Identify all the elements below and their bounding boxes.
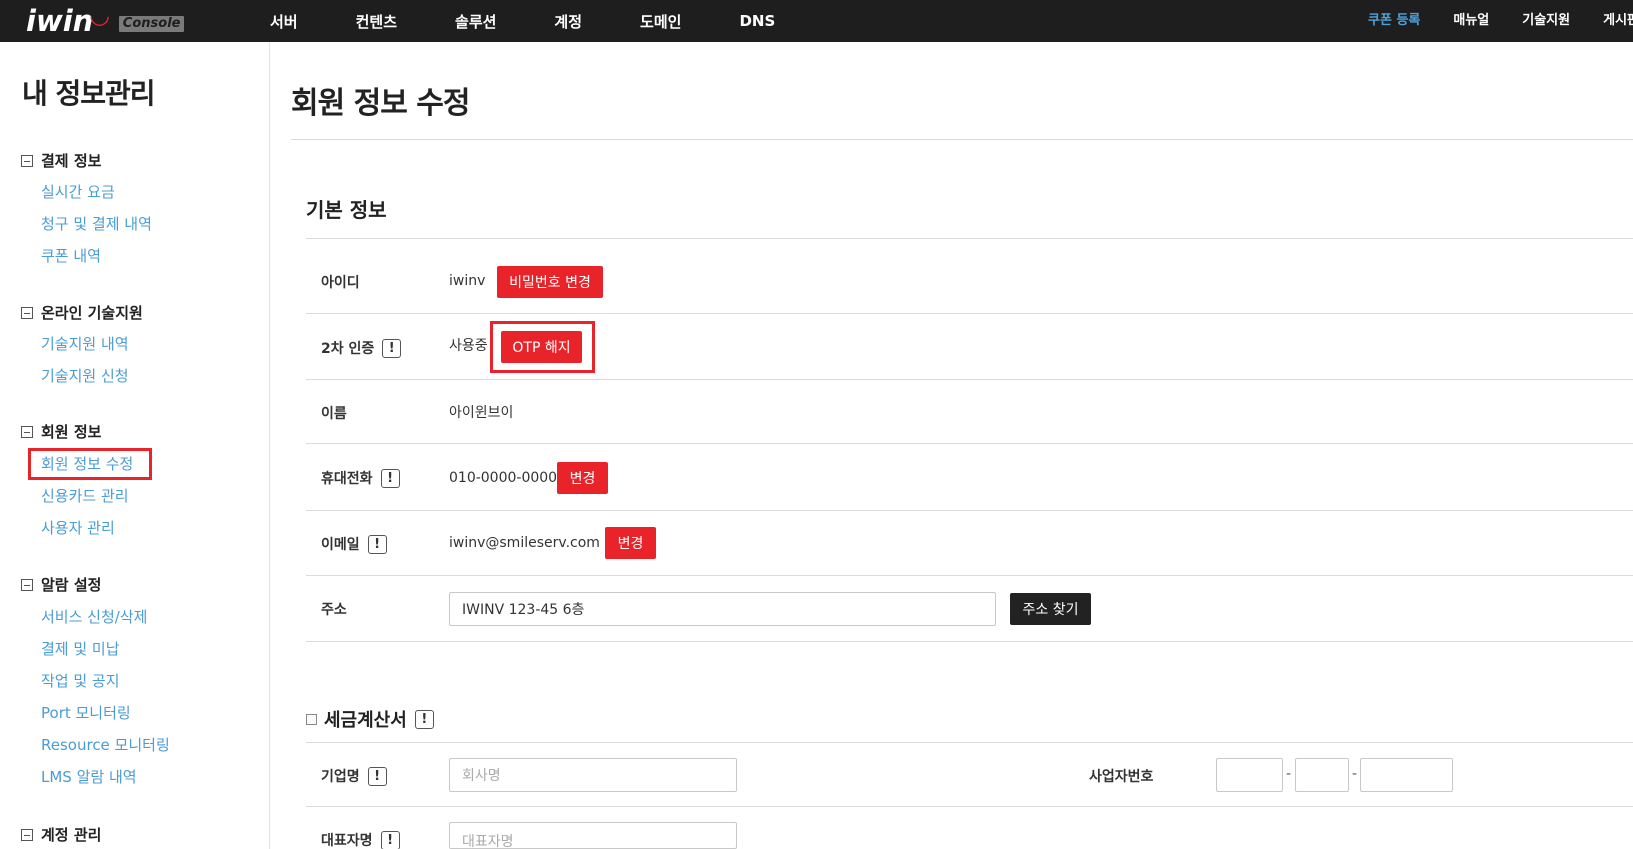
title-divider xyxy=(291,139,1633,140)
active-item-highlight xyxy=(28,448,152,480)
smile-icon: ◡ xyxy=(90,1,109,29)
ceo-label: 대표자명! xyxy=(321,828,400,849)
phone-value: 010-0000-0000 xyxy=(449,470,558,486)
sidebar-item-port-monitoring[interactable]: Port 모니터링 xyxy=(41,702,131,723)
otp-status: 사용중 xyxy=(449,338,488,354)
console-badge: Console xyxy=(118,16,185,32)
name-label: 이름 xyxy=(321,406,347,422)
change-phone-button[interactable]: 변경 xyxy=(557,462,608,494)
collapse-icon xyxy=(21,828,33,841)
section-alarm-settings[interactable]: 알람 설정 xyxy=(21,574,101,595)
section-billing[interactable]: 결제 정보 xyxy=(21,150,101,171)
divider xyxy=(306,379,1633,380)
change-email-button[interactable]: 변경 xyxy=(605,527,656,559)
sidebar-item-support-history[interactable]: 기술지원 내역 xyxy=(41,333,129,354)
divider xyxy=(306,238,1633,239)
tax-invoice-checkbox[interactable] xyxy=(306,713,317,725)
sidebar-item-service-request[interactable]: 서비스 신청/삭제 xyxy=(41,606,147,627)
section-online-support[interactable]: 온라인 기술지원 xyxy=(21,302,143,323)
change-password-button[interactable]: 비밀번호 변경 xyxy=(497,266,603,298)
page-title: 회원 정보 수정 xyxy=(291,86,470,121)
otp-highlight-box xyxy=(490,321,595,373)
nav-account[interactable]: 계정 xyxy=(554,11,582,32)
nav-coupon[interactable]: 쿠폰 등록 xyxy=(1368,9,1420,28)
logo-text: iwin xyxy=(26,4,94,38)
info-icon[interactable]: ! xyxy=(367,534,387,554)
divider xyxy=(306,806,1633,807)
nav-domain[interactable]: 도메인 xyxy=(640,11,681,32)
dash: - xyxy=(1286,766,1292,782)
sidebar-item-billing-history[interactable]: 청구 및 결제 내역 xyxy=(41,213,152,234)
sidebar-item-support-request[interactable]: 기술지원 신청 xyxy=(41,365,129,386)
business-number-input-1[interactable] xyxy=(1216,758,1283,792)
sidebar-item-payment-unpaid[interactable]: 결제 및 미납 xyxy=(41,638,120,659)
name-value: 아이윈브이 xyxy=(449,405,514,421)
sidebar-item-user-management[interactable]: 사용자 관리 xyxy=(41,517,115,538)
info-icon[interactable]: ! xyxy=(380,468,400,488)
sidebar-item-realtime-fee[interactable]: 실시간 요금 xyxy=(41,181,115,202)
phone-label: 휴대전화! xyxy=(321,466,400,490)
top-navbar: iwin ◡ Console 서버 컨텐츠 솔루션 계정 도메인 DNS 쿠폰 … xyxy=(0,0,1633,42)
otp-label: 2차 인증! xyxy=(321,336,402,360)
address-label: 주소 xyxy=(321,602,347,618)
sidebar-item-lms-alarm[interactable]: LMS 알람 내역 xyxy=(41,766,137,787)
info-icon[interactable]: ! xyxy=(380,830,400,849)
divider xyxy=(306,641,1633,642)
id-value: iwinv xyxy=(449,273,486,289)
nav-solution[interactable]: 솔루션 xyxy=(455,11,496,32)
nav-contents[interactable]: 컨텐츠 xyxy=(356,11,397,32)
company-name-input[interactable]: 회사명 xyxy=(449,758,737,792)
divider xyxy=(306,443,1633,444)
find-address-button[interactable]: 주소 찾기 xyxy=(1010,593,1091,625)
sidebar-item-coupon-history[interactable]: 쿠폰 내역 xyxy=(41,245,101,266)
divider xyxy=(306,313,1633,314)
dash: - xyxy=(1352,766,1358,782)
collapse-icon xyxy=(21,425,33,438)
id-label: 아이디 xyxy=(321,275,360,291)
sidebar: 내 정보관리 결제 정보 실시간 요금 청구 및 결제 내역 쿠폰 내역 온라인… xyxy=(0,42,270,849)
info-icon[interactable]: ! xyxy=(367,766,387,786)
collapse-icon xyxy=(21,306,33,319)
business-number-input-3[interactable] xyxy=(1360,758,1453,792)
divider xyxy=(306,510,1633,511)
address-input[interactable]: IWINV 123-45 6층 xyxy=(449,592,996,626)
main-menu: 서버 컨텐츠 솔루션 계정 도메인 DNS xyxy=(270,0,775,42)
nav-support[interactable]: 기술지원 xyxy=(1522,9,1570,28)
section-account-management[interactable]: 계정 관리 xyxy=(21,824,101,845)
sidebar-item-work-notice[interactable]: 작업 및 공지 xyxy=(41,670,120,691)
basic-info-title: 기본 정보 xyxy=(306,198,387,222)
ceo-name-input[interactable]: 대표자명 xyxy=(449,822,737,849)
email-label: 이메일! xyxy=(321,532,387,556)
divider xyxy=(306,742,1633,743)
iwinv-logo[interactable]: iwin ◡ Console xyxy=(26,1,185,40)
company-label: 기업명! xyxy=(321,764,387,788)
section-member-info[interactable]: 회원 정보 xyxy=(21,421,101,442)
nav-dns[interactable]: DNS xyxy=(739,12,775,30)
nav-server[interactable]: 서버 xyxy=(270,11,298,32)
business-number-label: 사업자번호 xyxy=(1089,769,1154,785)
sidebar-item-credit-card[interactable]: 신용카드 관리 xyxy=(41,485,129,506)
utility-menu: 쿠폰 등록 매뉴얼 기술지원 게시판 xyxy=(1368,0,1633,36)
nav-board[interactable]: 게시판 xyxy=(1603,9,1633,28)
info-icon[interactable]: ! xyxy=(382,338,402,358)
nav-manual[interactable]: 매뉴얼 xyxy=(1453,9,1489,28)
collapse-icon xyxy=(21,154,33,167)
tax-invoice-title: 세금계산서 ! xyxy=(306,706,434,732)
info-icon[interactable]: ! xyxy=(414,709,434,729)
sidebar-title: 내 정보관리 xyxy=(22,77,156,110)
email-value: iwinv@smileserv.com xyxy=(449,535,600,551)
business-number-input-2[interactable] xyxy=(1295,758,1349,792)
sidebar-item-resource-monitoring[interactable]: Resource 모니터링 xyxy=(41,734,170,755)
collapse-icon xyxy=(21,578,33,591)
divider xyxy=(306,575,1633,576)
